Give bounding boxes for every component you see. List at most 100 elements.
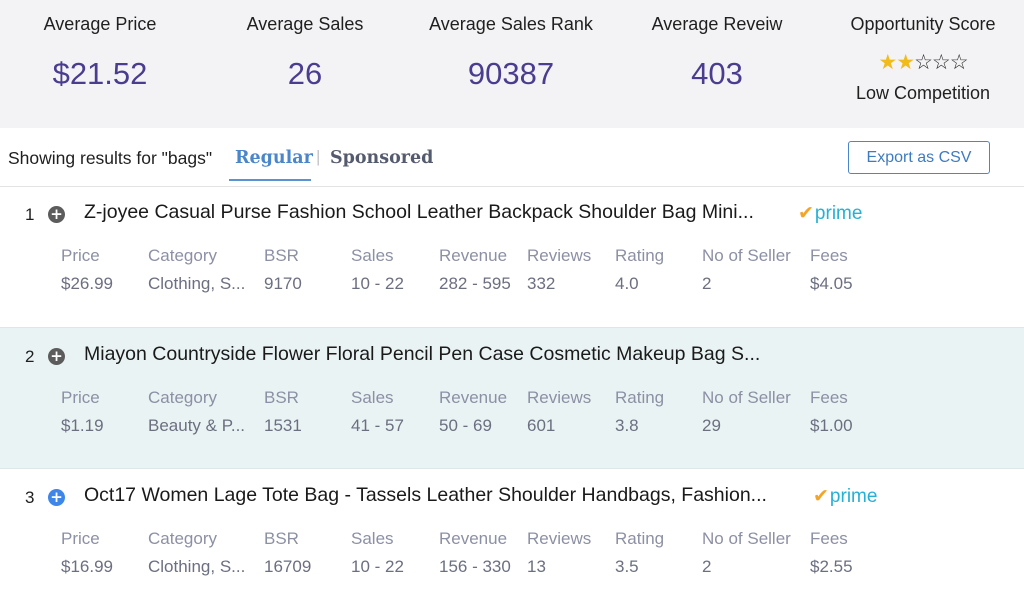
field-label: Rating [615, 388, 665, 407]
field-bsr: BSR 9170 [264, 246, 302, 293]
field-label: Price [61, 388, 100, 407]
field-label: Sales [351, 246, 394, 265]
field-label: Reviews [527, 529, 592, 548]
field-value: 332 [527, 274, 556, 293]
field-value: 1531 [264, 416, 302, 435]
summary-panel: Average Price $21.52 Average Sales 26 Av… [0, 0, 1024, 128]
table-row[interactable]: 2 + Miayon Countryside Flower Floral Penci… [0, 327, 1024, 469]
field-rating: Rating 3.8 [615, 388, 665, 435]
field-category: Category Clothing, S... [148, 246, 245, 293]
field-value: 50 - 69 [439, 416, 492, 435]
metric-value: $21.52 [52, 56, 148, 91]
field-revenue: Revenue 50 - 69 [439, 388, 507, 435]
field-reviews: Reviews 13 [527, 529, 592, 576]
field-label: BSR [264, 388, 299, 407]
field-no-of-seller: No of Seller 2 [702, 246, 791, 293]
field-label: Revenue [439, 529, 508, 548]
plus-circle-icon[interactable]: + [48, 489, 65, 506]
prime-badge: ✔prime [798, 202, 862, 225]
field-label: Reviews [527, 246, 592, 265]
field-value: 3.8 [615, 416, 639, 435]
metric-label: Average Sales Rank [429, 14, 593, 34]
field-label: Rating [615, 529, 665, 548]
product-title[interactable]: Oct17 Women Lage Tote Bag - Tassels Leat… [84, 484, 767, 507]
field-label: Category [148, 246, 217, 265]
opportunity-label: Opportunity Score [850, 14, 996, 34]
field-no-of-seller: No of Seller 2 [702, 529, 791, 576]
field-value: 10 - 22 [351, 274, 404, 293]
metric-value: 90387 [467, 56, 555, 91]
field-rating: Rating 3.5 [615, 529, 665, 576]
field-label: No of Seller [702, 529, 791, 548]
field-label: Sales [351, 529, 394, 548]
field-label: Fees [810, 246, 848, 265]
field-label: Sales [351, 388, 394, 407]
field-value: 601 [527, 416, 556, 435]
prime-label: prime [829, 486, 878, 507]
metric-label: Average Sales [246, 14, 364, 34]
tab-separator: | [316, 147, 321, 166]
export-csv-button[interactable]: Export as CSV [848, 141, 990, 174]
field-value: 10 - 22 [351, 557, 404, 576]
metric-value: 403 [691, 56, 743, 91]
field-label: Rating [615, 246, 665, 265]
row-rank: 3 [25, 488, 35, 507]
field-label: Price [61, 529, 100, 548]
search-query-text: Showing results for "bags" [8, 148, 213, 168]
field-reviews: Reviews 332 [527, 246, 592, 293]
field-label: No of Seller [702, 388, 791, 407]
field-label: Revenue [439, 246, 508, 265]
field-category: Category Clothing, S... [148, 529, 245, 576]
field-value: Clothing, S... [148, 557, 246, 576]
metric-label: Average Price [43, 14, 157, 34]
field-value: 29 [702, 416, 721, 435]
field-value: 3.5 [615, 557, 639, 576]
field-sales: Sales 41 - 57 [351, 388, 404, 435]
plus-circle-icon[interactable]: + [48, 348, 65, 365]
metric-label: Average Reveiw [651, 14, 783, 34]
field-value: $4.05 [810, 274, 853, 293]
field-value: 16709 [264, 557, 312, 576]
field-label: Reviews [527, 388, 592, 407]
field-revenue: Revenue 282 - 595 [439, 246, 511, 293]
field-value: $1.00 [810, 416, 853, 435]
checkmark-icon: ✔ [798, 202, 814, 224]
field-value: 282 - 595 [439, 274, 511, 293]
field-sales: Sales 10 - 22 [351, 246, 404, 293]
field-bsr: BSR 1531 [264, 388, 302, 435]
star-empty-icon: ☆ [931, 51, 951, 74]
checkmark-icon: ✔ [813, 485, 829, 507]
field-rating: Rating 4.0 [615, 246, 665, 293]
field-bsr: BSR 16709 [264, 529, 311, 576]
tab-regular[interactable]: Regular [235, 148, 313, 168]
field-label: Category [148, 529, 217, 548]
field-label: BSR [264, 529, 299, 548]
field-fees: Fees $1.00 [810, 388, 853, 435]
prime-label: prime [814, 203, 863, 224]
opportunity-stars: ★★☆☆☆ [818, 50, 1024, 76]
tab-sponsored[interactable]: Sponsored [330, 148, 433, 168]
table-row[interactable]: 3 + Oct17 Women Lage Tote Bag - Tassels Le… [0, 469, 1024, 611]
product-title[interactable]: Z-joyee Casual Purse Fashion School Leat… [84, 201, 754, 224]
plus-circle-icon[interactable]: + [48, 206, 65, 223]
field-label: BSR [264, 246, 299, 265]
field-category: Category Beauty & P... [148, 388, 245, 435]
field-value: Clothing, S... [148, 274, 246, 293]
field-revenue: Revenue 156 - 330 [439, 529, 511, 576]
field-price: Price $16.99 [61, 529, 113, 576]
field-label: Price [61, 246, 100, 265]
field-value: $26.99 [61, 274, 113, 293]
field-reviews: Reviews 601 [527, 388, 592, 435]
field-sales: Sales 10 - 22 [351, 529, 404, 576]
product-title[interactable]: Miayon Countryside Flower Floral Pencil … [84, 343, 760, 366]
row-rank: 1 [25, 205, 35, 224]
field-value: $2.55 [810, 557, 853, 576]
star-filled-icon: ★ [896, 51, 915, 74]
opportunity-level: Low Competition [855, 83, 991, 103]
table-row[interactable]: 1 + Z-joyee Casual Purse Fashion School Le… [0, 186, 1024, 328]
star-empty-icon: ☆ [914, 51, 933, 74]
field-value: $16.99 [61, 557, 113, 576]
field-label: Fees [810, 529, 848, 548]
field-value: $1.19 [61, 416, 104, 435]
field-label: Category [148, 388, 217, 407]
